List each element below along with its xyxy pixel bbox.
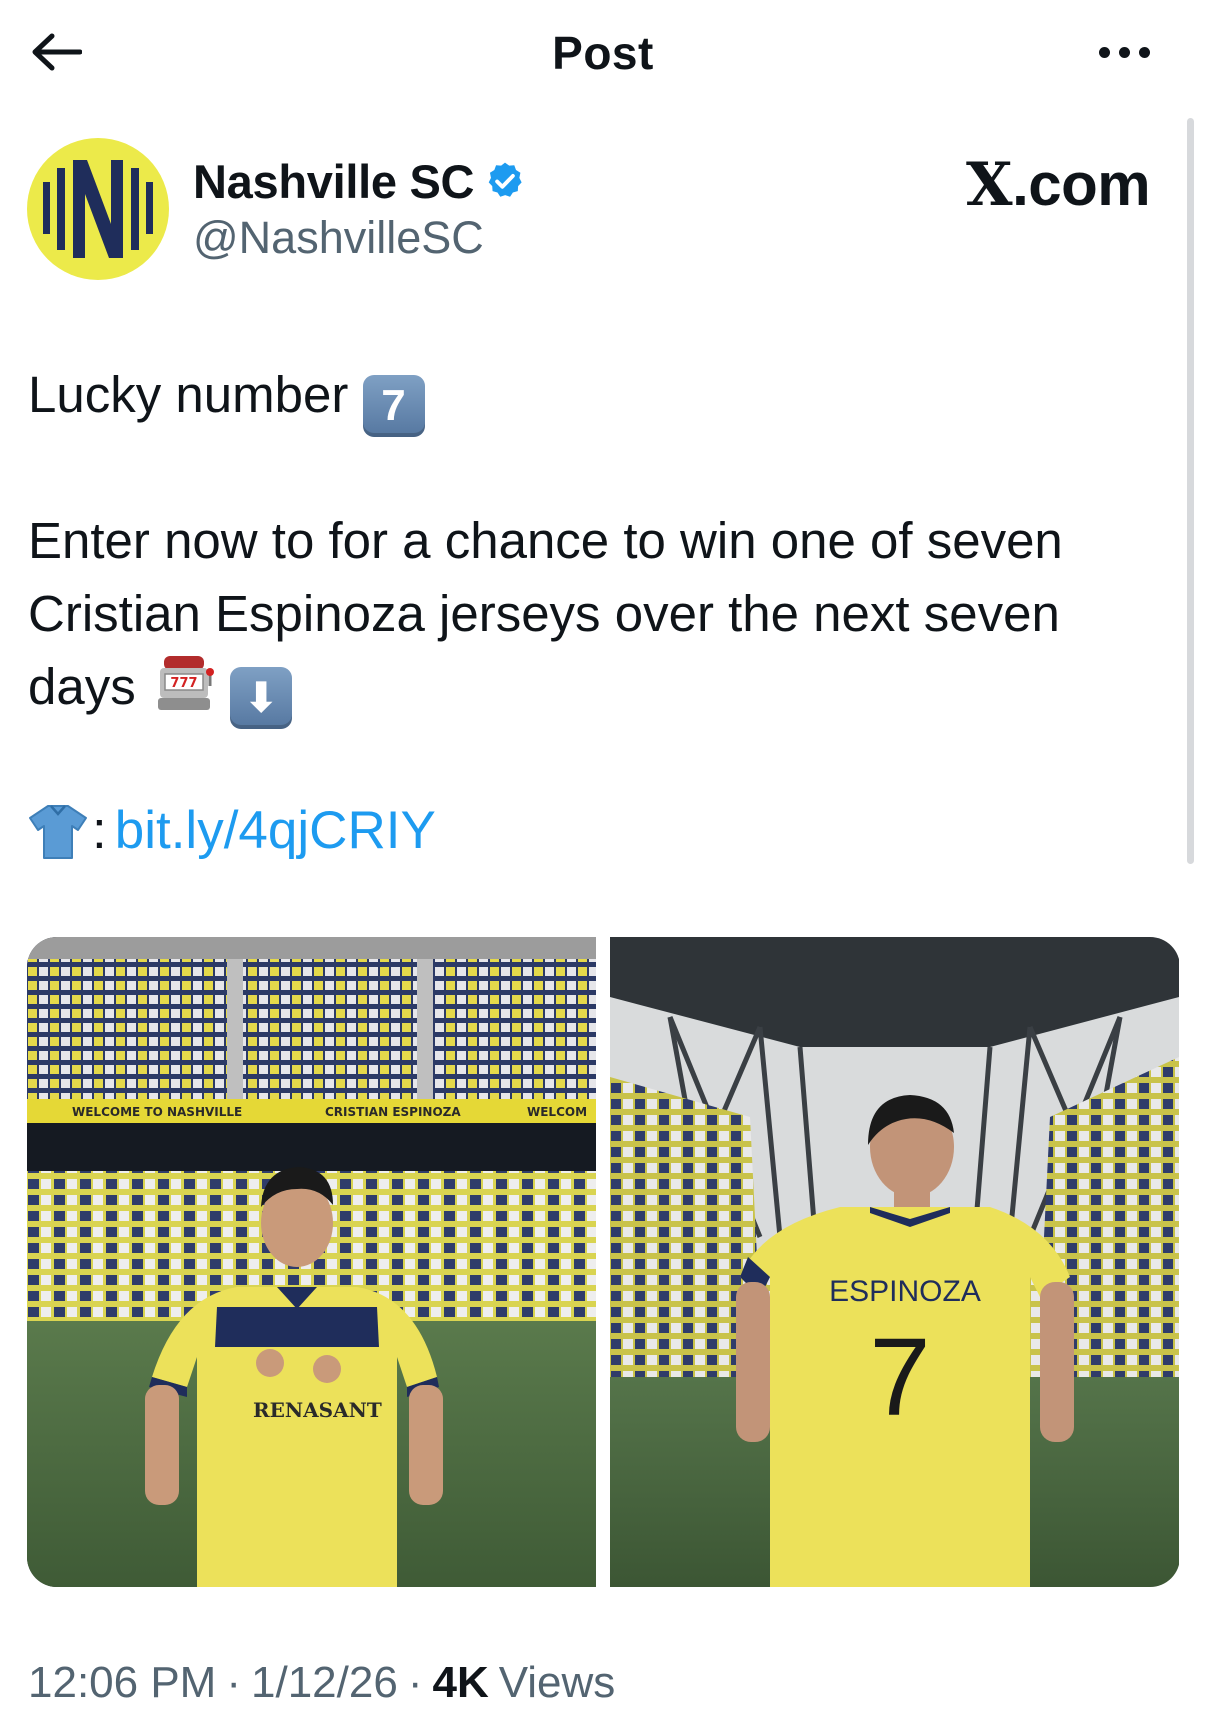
meta-separator: · bbox=[407, 1658, 423, 1707]
svg-text:777: 777 bbox=[170, 676, 197, 691]
page-title: Post bbox=[552, 27, 654, 79]
avatar[interactable] bbox=[27, 138, 169, 280]
slot-machine-icon: 777 bbox=[157, 656, 214, 710]
verified-badge-icon bbox=[488, 162, 522, 197]
down-arrow-emoji: ⬇ bbox=[230, 666, 293, 729]
post-meta: 12:06 PM · 1/12/26 · 4K Views bbox=[28, 1658, 615, 1708]
link-prefix: : bbox=[92, 801, 107, 860]
banner-right-text: WELCOM bbox=[527, 1105, 587, 1119]
x-logo-text: X bbox=[966, 150, 1013, 220]
views-count[interactable]: 4K bbox=[432, 1658, 488, 1708]
player-front-photo: WELCOME TO NASHVILLE CRISTIAN ESPINOZA W… bbox=[27, 937, 596, 1587]
banner-mid-text: CRISTIAN ESPINOZA bbox=[325, 1105, 461, 1119]
post-paragraph-2: Enter now to for a chance to win one of … bbox=[28, 504, 1158, 729]
media-grid: WELCOME TO NASHVILLE CRISTIAN ESPINOZA W… bbox=[27, 937, 1180, 1587]
post-date[interactable]: 1/12/26 bbox=[251, 1658, 398, 1708]
media-photo-2[interactable]: ESPINOZA 7 bbox=[610, 937, 1179, 1587]
sponsor-text: RENASANT bbox=[253, 1398, 382, 1422]
banner-left-text: WELCOME TO NASHVILLE bbox=[72, 1105, 242, 1119]
t-shirt-icon bbox=[29, 804, 87, 859]
jersey-name-text: ESPINOZA bbox=[829, 1275, 981, 1308]
source-suffix: .com bbox=[1012, 151, 1151, 218]
player-back-photo: ESPINOZA 7 bbox=[610, 937, 1179, 1587]
post-link-row: : bit.ly/4qjCRIY bbox=[28, 800, 436, 861]
views-label: Views bbox=[498, 1658, 616, 1707]
source-label: X.com bbox=[966, 150, 1151, 220]
media-photo-1[interactable]: WELCOME TO NASHVILLE CRISTIAN ESPINOZA W… bbox=[27, 937, 596, 1587]
more-options-button[interactable] bbox=[1086, 30, 1162, 74]
meta-separator: · bbox=[226, 1658, 241, 1707]
more-dot-icon bbox=[1138, 46, 1150, 58]
more-dot-icon bbox=[1118, 46, 1130, 58]
author-display-name[interactable]: Nashville SC bbox=[193, 154, 474, 209]
post-link[interactable]: bit.ly/4qjCRIY bbox=[115, 800, 436, 861]
post-line-1: Lucky number 7 bbox=[28, 358, 1158, 437]
scrollbar[interactable] bbox=[1187, 118, 1194, 864]
top-bar: Post bbox=[0, 0, 1206, 104]
author-handle[interactable]: @NashvilleSC bbox=[193, 212, 484, 264]
more-dot-icon bbox=[1098, 46, 1110, 58]
jersey-number-text: 7 bbox=[869, 1316, 930, 1439]
keycap-seven-emoji: 7 bbox=[362, 374, 425, 437]
author-name-row[interactable]: Nashville SC bbox=[193, 150, 526, 212]
post-time[interactable]: 12:06 PM bbox=[28, 1658, 216, 1708]
post-line-1-text: Lucky number bbox=[28, 366, 349, 423]
nashville-sc-logo-icon bbox=[43, 160, 153, 258]
